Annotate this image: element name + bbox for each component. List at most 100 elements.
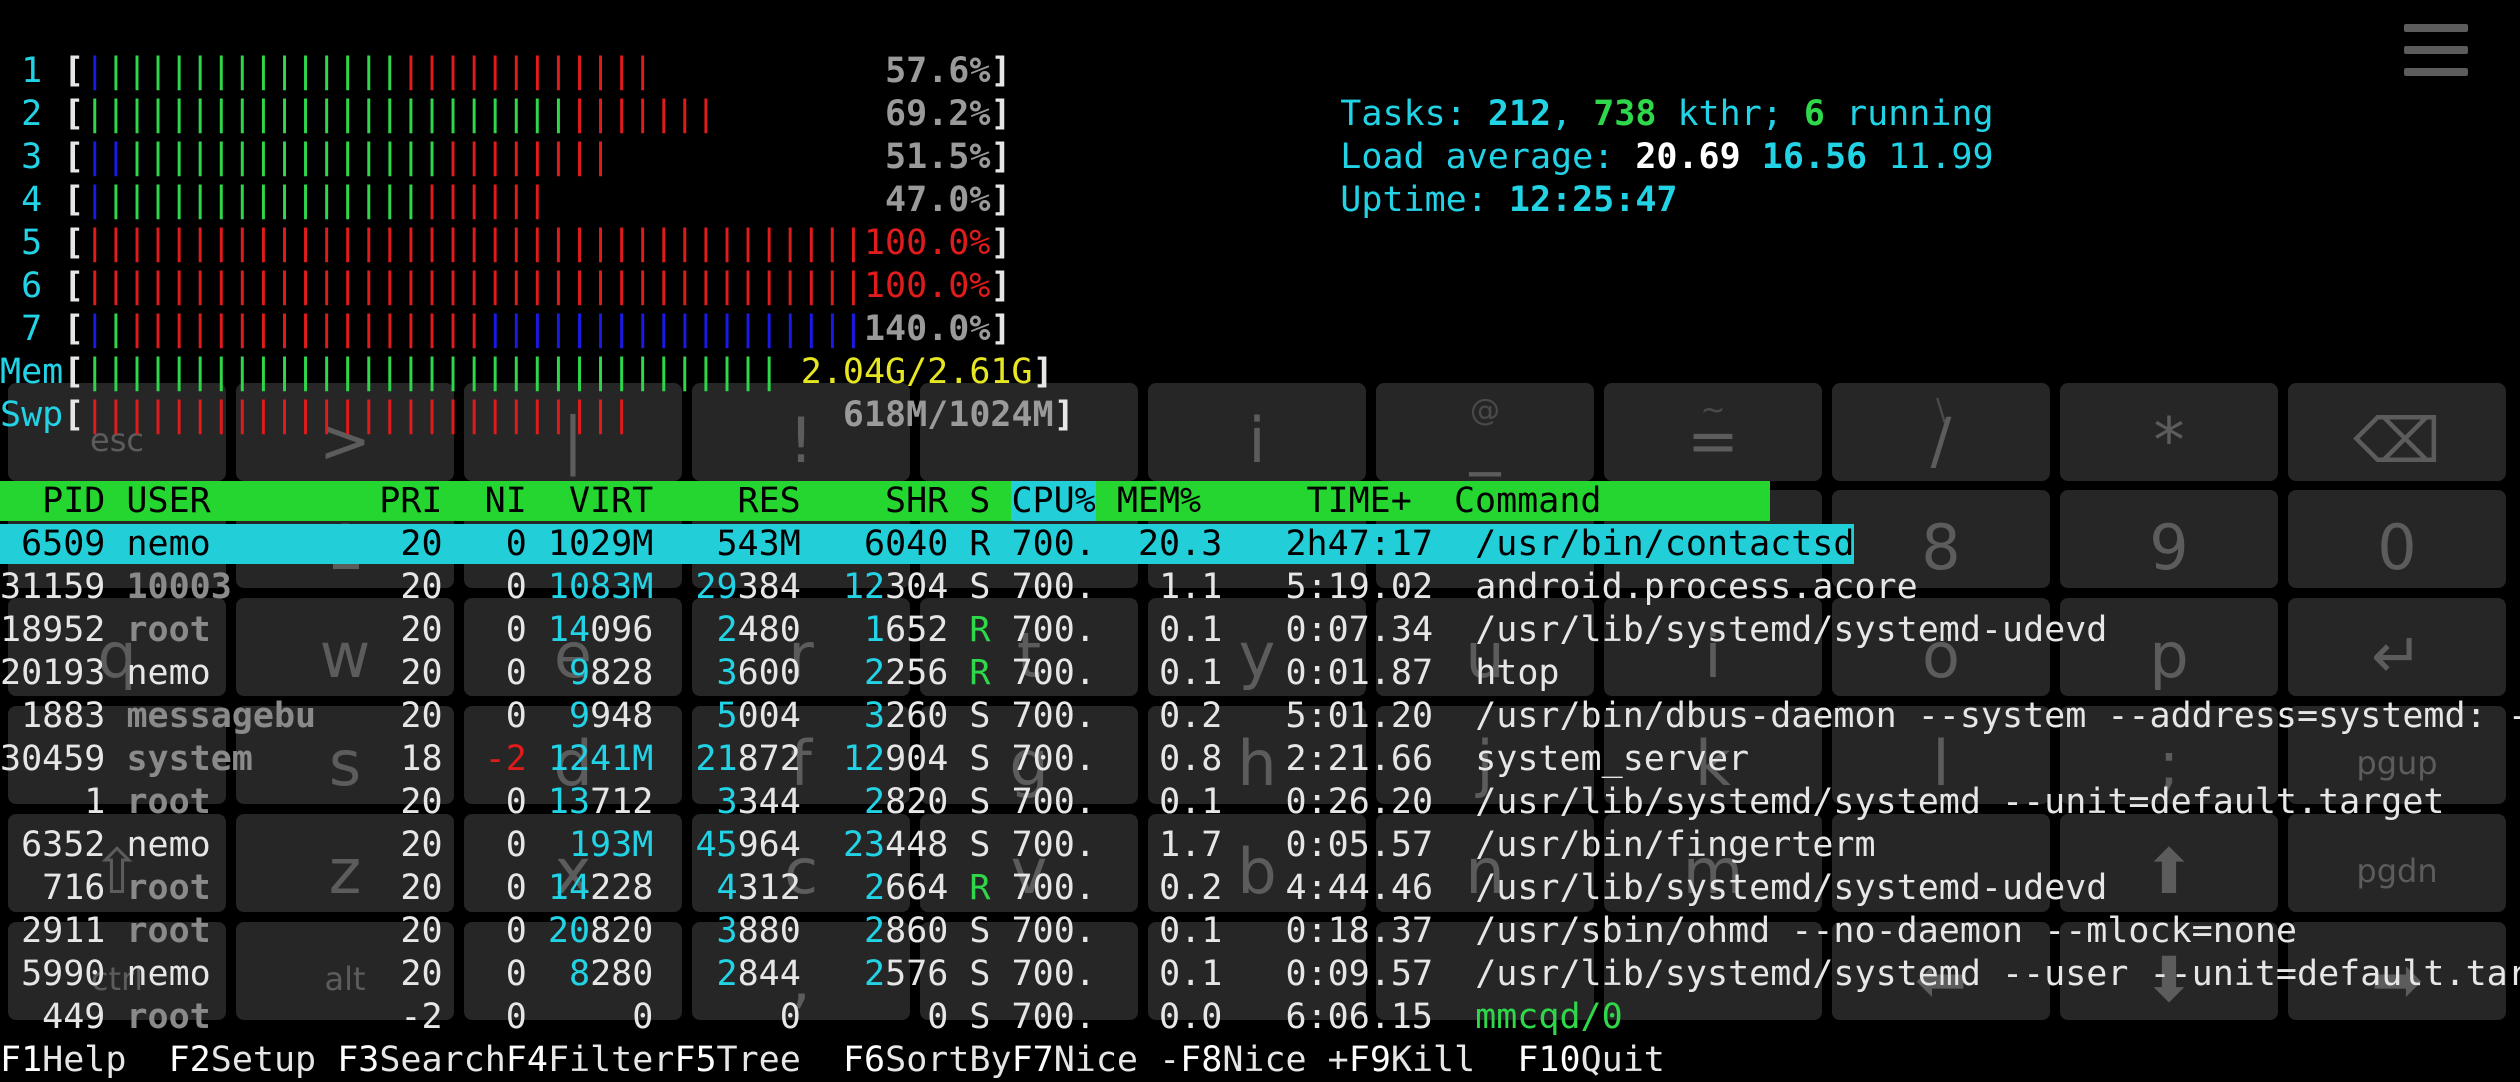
sp: [316, 868, 337, 908]
sp: [1096, 825, 1117, 865]
cpu-percent: 700.: [1011, 739, 1096, 779]
usage-bar: ||: [84, 137, 127, 177]
process-row[interactable]: 31159 10003 20 0 1083M 29384 12304 S 700…: [0, 566, 2520, 609]
sp: [316, 911, 337, 951]
fkey-f1-button[interactable]: F1Help: [0, 1040, 169, 1080]
cpu-time: 0:09.57: [1243, 954, 1434, 994]
usage-bar: |||||||||||||||||||||||||||||||||||||: [84, 266, 864, 306]
res: 3880: [716, 911, 801, 951]
cpu-time: 2h47:17: [1243, 524, 1433, 564]
sp: [991, 954, 1012, 994]
sp: [991, 782, 1012, 822]
process-row[interactable]: 1883 messagebu 20 0 9948 5004 3260 S 700…: [0, 695, 2520, 738]
mem-percent: 0.2: [1116, 696, 1223, 736]
pid: 5990: [0, 954, 106, 994]
command: /usr/lib/systemd/systemd --user --unit=d…: [1475, 954, 2520, 994]
process-row[interactable]: 1 root 20 0 13712 3344 2820 S 700. 0.1 0…: [0, 781, 2520, 824]
mem-percent: 0.1: [1116, 782, 1223, 822]
sp: [443, 782, 464, 822]
sp: [991, 868, 1012, 908]
user: 10003: [126, 567, 317, 607]
bracket: [: [63, 223, 85, 263]
fkey-label: Tree: [716, 1040, 843, 1080]
fkey-label: Search: [379, 1040, 506, 1080]
cpu-time: 0:07.34: [1243, 610, 1434, 650]
process-row[interactable]: 716 root 20 0 14228 4312 2664 R 700. 0.2…: [0, 867, 2520, 910]
sp: [316, 567, 337, 607]
cpu-label: 2: [0, 94, 64, 134]
sp: [1222, 610, 1243, 650]
sp: [527, 782, 548, 822]
process-row[interactable]: 6352 nemo 20 0 193M 45964 23448 S 700. 1…: [0, 824, 2520, 867]
sp: [674, 567, 695, 607]
swap-meter: Swp[|||||||||||||||||||||||||| 618M/1024…: [0, 394, 2520, 437]
tasks-stat: Tasks: 212, 738 kthr; 6 running: [1340, 94, 1994, 134]
sp: [822, 868, 864, 908]
fkey-f10-button[interactable]: F10Quit: [1517, 1040, 1665, 1080]
bracket: [: [63, 51, 85, 91]
sp: [527, 868, 548, 908]
sp: [948, 911, 969, 951]
process-row[interactable]: 6509 nemo 20 0 1029M 543M 6040 R 700. 20…: [0, 523, 2520, 566]
sp: [801, 911, 822, 951]
fkey-f7-button[interactable]: F7Nice -: [1012, 1040, 1181, 1080]
system-stats: Tasks: 212, 738 kthr; 6 running Load ave…: [1256, 50, 1994, 220]
sp: [653, 911, 674, 951]
sp: [105, 868, 126, 908]
fkey-f4-button[interactable]: F4Filter: [506, 1040, 675, 1080]
nice: 0: [463, 524, 527, 564]
process-row[interactable]: 2911 root 20 0 20820 3880 2860 S 700. 0.…: [0, 910, 2520, 953]
fkey-key: F4: [505, 1040, 548, 1080]
sp: [991, 825, 1012, 865]
process-row[interactable]: 18952 root 20 0 14096 2480 1652 R 700. 0…: [0, 609, 2520, 652]
state: S: [969, 954, 991, 994]
fkey-f2-button[interactable]: F2Setup: [169, 1040, 338, 1080]
cpu-time: 2:21.66: [1243, 739, 1434, 779]
sp: [674, 696, 716, 736]
process-row[interactable]: 449 root -2 0 0 0 0 S 700. 0.0 6:06.15 m…: [0, 996, 2520, 1039]
hamburger-menu-icon[interactable]: [2404, 24, 2468, 84]
cpu-label: 3: [0, 137, 64, 177]
command: /usr/lib/systemd/systemd --unit=default.…: [1475, 782, 2445, 822]
shr: 1652: [864, 610, 949, 650]
fkey-f5-button[interactable]: F5Tree: [674, 1040, 843, 1080]
sp: [443, 911, 464, 951]
fkey-f3-button[interactable]: F3Search: [337, 1040, 506, 1080]
process-row[interactable]: 5990 nemo 20 0 8280 2844 2576 S 700. 0.1…: [0, 953, 2520, 996]
process-row[interactable]: 30459 system 18 -2 1241M 21872 12904 S 7…: [0, 738, 2520, 781]
sp: [801, 954, 822, 994]
fkey-f9-button[interactable]: F9Kill: [1349, 1040, 1518, 1080]
sp: [822, 696, 864, 736]
sp: [1222, 825, 1243, 865]
fkey-label: Quit: [1580, 1040, 1665, 1080]
sp: [948, 868, 969, 908]
kthr-label: kthr;: [1677, 94, 1783, 134]
sp: [948, 997, 969, 1037]
fkey-f8-button[interactable]: F8Nice +: [1180, 1040, 1349, 1080]
bracket: ]: [990, 180, 1012, 220]
sp: [527, 653, 548, 693]
res: 3344: [716, 782, 801, 822]
fkey-key: F6: [842, 1040, 886, 1080]
cpu-time: 5:01.20: [1243, 696, 1434, 736]
sp: [316, 997, 337, 1037]
cpu-value: 51.5%: [885, 137, 991, 177]
nice: 0: [463, 610, 527, 650]
sp: [948, 653, 969, 693]
cpu-label: 1: [0, 51, 64, 91]
sp: [1222, 911, 1243, 951]
mem-percent: 0.8: [1116, 739, 1223, 779]
usage-bar: ||||||||: [442, 137, 612, 177]
pid: 1: [0, 782, 106, 822]
state: S: [969, 696, 991, 736]
sp: [674, 954, 716, 994]
priority: 18: [337, 739, 443, 779]
user: root: [126, 782, 317, 822]
sp: [1222, 524, 1244, 564]
sp: [991, 610, 1012, 650]
fkey-f6-button[interactable]: F6SortBy: [843, 1040, 1012, 1080]
process-row[interactable]: 20193 nemo 20 0 9828 3600 2256 R 700. 0.…: [0, 652, 2520, 695]
sp: [674, 782, 716, 822]
